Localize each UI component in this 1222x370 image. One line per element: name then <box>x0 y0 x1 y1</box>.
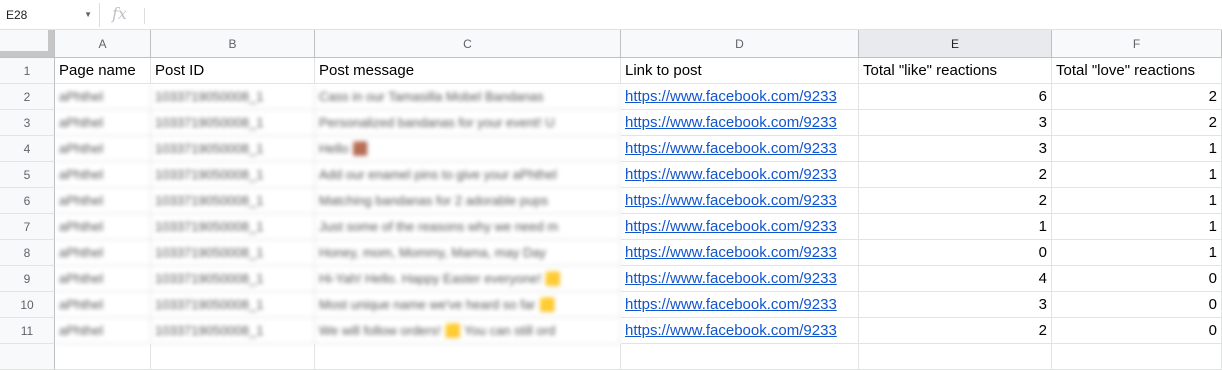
post-message-cell[interactable]: We will follow orders! 🟨 You can still o… <box>315 318 621 344</box>
post-message-cell[interactable]: Hi-Yah! Hello. Happy Easter everyone! 🟨 <box>315 266 621 292</box>
row-header-12[interactable] <box>0 344 55 370</box>
header-cell-e[interactable]: Total "like" reactions <box>859 58 1052 84</box>
love-count-cell[interactable]: 1 <box>1052 214 1222 240</box>
page-name-cell[interactable]: aPhthel <box>55 292 151 318</box>
freeze-row-handle[interactable] <box>0 51 54 57</box>
post-id-cell[interactable]: 1033719050008_1 <box>151 240 315 266</box>
post-id-cell[interactable]: 1033719050008_1 <box>151 318 315 344</box>
divider <box>144 8 145 24</box>
post-link[interactable]: https://www.facebook.com/9233 <box>621 318 859 344</box>
post-message-cell[interactable]: Personalized bandanas for your event! U <box>315 110 621 136</box>
post-id-cell[interactable]: 1033719050008_1 <box>151 110 315 136</box>
post-message-cell[interactable]: Cass in our Tamasilla Mobel Bandanas <box>315 84 621 110</box>
column-header-e[interactable]: E <box>859 30 1052 58</box>
page-name-cell[interactable]: aPhthel <box>55 188 151 214</box>
like-count-cell[interactable]: 1 <box>859 214 1052 240</box>
page-name-cell[interactable]: aPhthel <box>55 266 151 292</box>
post-link[interactable]: https://www.facebook.com/9233 <box>621 162 859 188</box>
column-header-b[interactable]: B <box>151 30 315 58</box>
post-link[interactable]: https://www.facebook.com/9233 <box>621 214 859 240</box>
function-icon: fx <box>112 4 127 23</box>
chevron-down-icon[interactable]: ▼ <box>84 3 92 27</box>
love-count-cell[interactable]: 1 <box>1052 240 1222 266</box>
empty-cell[interactable] <box>1052 344 1222 370</box>
post-link[interactable]: https://www.facebook.com/9233 <box>621 240 859 266</box>
like-count-cell[interactable]: 3 <box>859 136 1052 162</box>
like-count-cell[interactable]: 4 <box>859 266 1052 292</box>
post-message-cell[interactable]: Honey, mom, Mommy, Mama, may Day <box>315 240 621 266</box>
post-link[interactable]: https://www.facebook.com/9233 <box>621 266 859 292</box>
page-name-cell[interactable]: aPhthel <box>55 318 151 344</box>
post-link[interactable]: https://www.facebook.com/9233 <box>621 110 859 136</box>
header-cell-a[interactable]: Page name <box>55 58 151 84</box>
love-count-cell[interactable]: 2 <box>1052 110 1222 136</box>
row-header-10[interactable]: 10 <box>0 292 55 318</box>
empty-cell[interactable] <box>621 344 859 370</box>
post-message-cell[interactable]: Most unique name we've heard so far 🟨 <box>315 292 621 318</box>
row-header-8[interactable]: 8 <box>0 240 55 266</box>
like-count-cell[interactable]: 2 <box>859 188 1052 214</box>
formula-input[interactable] <box>152 3 1222 27</box>
empty-cell[interactable] <box>315 344 621 370</box>
row-header-3[interactable]: 3 <box>0 110 55 136</box>
header-cell-d[interactable]: Link to post <box>621 58 859 84</box>
header-cell-f[interactable]: Total "love" reactions <box>1052 58 1222 84</box>
column-header-d[interactable]: D <box>621 30 859 58</box>
column-header-f[interactable]: F <box>1052 30 1222 58</box>
post-message-cell[interactable]: Matching bandanas for 2 adorable pups <box>315 188 621 214</box>
header-cell-b[interactable]: Post ID <box>151 58 315 84</box>
love-count-cell[interactable]: 2 <box>1052 84 1222 110</box>
header-cell-c[interactable]: Post message <box>315 58 621 84</box>
row-header-1[interactable]: 1 <box>0 58 55 84</box>
row-header-2[interactable]: 2 <box>0 84 55 110</box>
empty-cell[interactable] <box>151 344 315 370</box>
love-count-cell[interactable]: 0 <box>1052 318 1222 344</box>
post-link[interactable]: https://www.facebook.com/9233 <box>621 136 859 162</box>
page-name-cell[interactable]: aPhthel <box>55 136 151 162</box>
post-message-cell[interactable]: Add our enamel pins to give your aPhthel <box>315 162 621 188</box>
post-id-cell[interactable]: 1033719050008_1 <box>151 162 315 188</box>
post-id-cell[interactable]: 1033719050008_1 <box>151 136 315 162</box>
love-count-cell[interactable]: 1 <box>1052 162 1222 188</box>
empty-cell[interactable] <box>55 344 151 370</box>
post-link[interactable]: https://www.facebook.com/9233 <box>621 84 859 110</box>
like-count-cell[interactable]: 3 <box>859 292 1052 318</box>
name-box[interactable]: E28 ▼ <box>0 3 100 27</box>
love-count-cell[interactable]: 0 <box>1052 266 1222 292</box>
page-name-cell[interactable]: aPhthel <box>55 240 151 266</box>
like-count-cell[interactable]: 3 <box>859 110 1052 136</box>
row-header-7[interactable]: 7 <box>0 214 55 240</box>
column-header-a[interactable]: A <box>55 30 151 58</box>
page-name-cell[interactable]: aPhthel <box>55 162 151 188</box>
page-name-cell[interactable]: aPhthel <box>55 214 151 240</box>
page-name-cell[interactable]: aPhthel <box>55 84 151 110</box>
like-count-cell[interactable]: 2 <box>859 162 1052 188</box>
column-header-c[interactable]: C <box>315 30 621 58</box>
post-id-cell[interactable]: 1033719050008_1 <box>151 214 315 240</box>
post-id-cell[interactable]: 1033719050008_1 <box>151 292 315 318</box>
love-count-cell[interactable]: 1 <box>1052 188 1222 214</box>
row-header-5[interactable]: 5 <box>0 162 55 188</box>
post-id-cell[interactable]: 1033719050008_1 <box>151 188 315 214</box>
post-link[interactable]: https://www.facebook.com/9233 <box>621 188 859 214</box>
like-count-cell[interactable]: 2 <box>859 318 1052 344</box>
row-header-4[interactable]: 4 <box>0 136 55 162</box>
post-link[interactable]: https://www.facebook.com/9233 <box>621 292 859 318</box>
row-header-9[interactable]: 9 <box>0 266 55 292</box>
empty-cell[interactable] <box>859 344 1052 370</box>
name-box-value: E28 <box>6 8 28 22</box>
formula-bar: E28 ▼ fx <box>0 0 1222 30</box>
love-count-cell[interactable]: 1 <box>1052 136 1222 162</box>
row-header-6[interactable]: 6 <box>0 188 55 214</box>
love-count-cell[interactable]: 0 <box>1052 292 1222 318</box>
post-id-cell[interactable]: 1033719050008_1 <box>151 84 315 110</box>
like-count-cell[interactable]: 0 <box>859 240 1052 266</box>
row-header-11[interactable]: 11 <box>0 318 55 344</box>
post-message-cell[interactable]: Just some of the reasons why we need m <box>315 214 621 240</box>
post-id-cell[interactable]: 1033719050008_1 <box>151 266 315 292</box>
select-all-corner[interactable] <box>0 30 55 58</box>
post-message-cell[interactable]: Hello 🟫 <box>315 136 621 162</box>
page-name-cell[interactable]: aPhthel <box>55 110 151 136</box>
like-count-cell[interactable]: 6 <box>859 84 1052 110</box>
